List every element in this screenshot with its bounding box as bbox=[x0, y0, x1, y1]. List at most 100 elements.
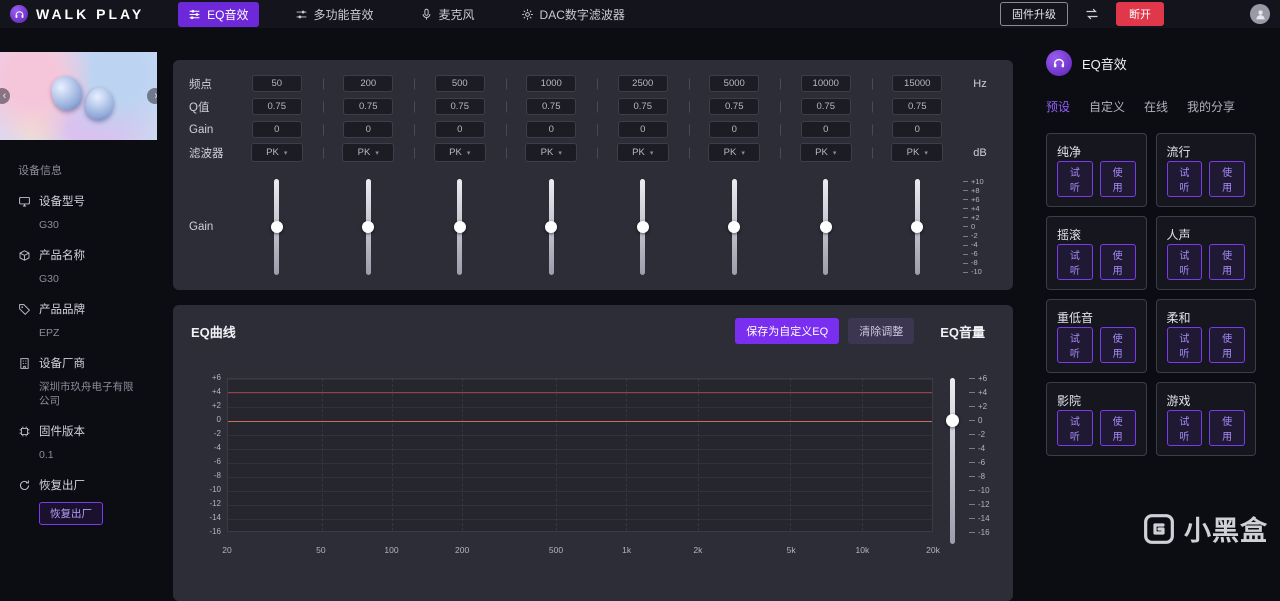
slider-thumb[interactable] bbox=[545, 221, 558, 233]
nav-tab-label: DAC数字滤波器 bbox=[539, 7, 625, 22]
slider-thumb[interactable] bbox=[728, 221, 741, 233]
factory-reset-label: 恢复出厂 bbox=[39, 480, 85, 492]
gain-input[interactable] bbox=[251, 121, 302, 138]
filter-type-select[interactable]: PK ▾ bbox=[799, 143, 852, 162]
filter-type-select[interactable]: PK ▾ bbox=[708, 143, 761, 162]
band-gain-slider[interactable] bbox=[270, 179, 283, 275]
eq-volume-label: EQ音量 bbox=[940, 324, 985, 340]
preset-use-button[interactable]: 使用 bbox=[1099, 327, 1136, 363]
preset-audition-button[interactable]: 试听 bbox=[1166, 410, 1203, 446]
band-gain-slider[interactable] bbox=[819, 179, 832, 275]
slider-thumb[interactable] bbox=[819, 221, 832, 233]
preset-card: 影院 试听 使用 bbox=[1046, 382, 1147, 456]
filter-type-value: PK bbox=[906, 147, 920, 158]
filter-type-select[interactable]: PK ▾ bbox=[616, 143, 669, 162]
gain-input[interactable] bbox=[526, 121, 577, 138]
preset-use-button[interactable]: 使用 bbox=[1099, 410, 1136, 446]
factory-reset-button[interactable]: 恢复出厂 bbox=[39, 502, 103, 525]
freq-input[interactable] bbox=[709, 75, 760, 92]
tab-online[interactable]: 在线 bbox=[1144, 98, 1168, 119]
preset-use-button[interactable]: 使用 bbox=[1209, 161, 1245, 197]
freq-input[interactable] bbox=[800, 75, 851, 92]
band-gain-slider[interactable] bbox=[636, 179, 649, 275]
q-input[interactable] bbox=[892, 98, 943, 115]
nav-tab-dac-filter[interactable]: DAC数字滤波器 bbox=[511, 2, 635, 27]
nav-tab-label: 麦克风 bbox=[438, 7, 475, 22]
gain-input[interactable] bbox=[892, 121, 943, 138]
band-gain-slider[interactable] bbox=[362, 179, 375, 275]
preset-grid: 纯净 试听 使用 流行 试听 使用 摇滚 试听 使用 人声 试听 使用 重低音 … bbox=[1046, 133, 1256, 456]
nav-tab-microphone[interactable]: 麦克风 bbox=[410, 2, 485, 27]
chevron-down-icon: ▾ bbox=[466, 149, 471, 157]
filter-type-select[interactable]: PK ▾ bbox=[250, 143, 303, 162]
band-gain-slider[interactable] bbox=[728, 179, 741, 275]
tab-presets[interactable]: 预设 bbox=[1046, 98, 1070, 119]
chip-icon bbox=[18, 425, 31, 438]
q-input[interactable] bbox=[709, 98, 760, 115]
preset-card: 纯净 试听 使用 bbox=[1046, 133, 1147, 207]
q-input[interactable] bbox=[343, 98, 394, 115]
earbud-left bbox=[48, 73, 86, 113]
tab-custom[interactable]: 自定义 bbox=[1089, 98, 1125, 119]
nav-tab-multi-effects[interactable]: 多功能音效 bbox=[285, 2, 384, 27]
filter-type-select[interactable]: PK ▾ bbox=[342, 143, 395, 162]
filter-type-select[interactable]: PK ▾ bbox=[525, 143, 578, 162]
chevron-down-icon: ▾ bbox=[832, 149, 837, 157]
carousel-prev-button[interactable]: ‹ bbox=[0, 88, 10, 104]
preset-use-button[interactable]: 使用 bbox=[1099, 244, 1136, 280]
preset-audition-button[interactable]: 试听 bbox=[1057, 327, 1093, 363]
freq-input[interactable] bbox=[526, 75, 577, 92]
eq-volume-slider[interactable] bbox=[946, 378, 959, 544]
slider-thumb[interactable] bbox=[946, 414, 959, 427]
gain-input[interactable] bbox=[709, 121, 760, 138]
slider-thumb[interactable] bbox=[636, 221, 649, 233]
connection-swap-icon[interactable] bbox=[1084, 6, 1100, 22]
slider-thumb[interactable] bbox=[453, 221, 466, 233]
slider-thumb[interactable] bbox=[911, 221, 924, 233]
preset-use-button[interactable]: 使用 bbox=[1209, 327, 1245, 363]
preset-audition-button[interactable]: 试听 bbox=[1057, 244, 1093, 280]
slider-thumb[interactable] bbox=[270, 221, 283, 233]
freq-input[interactable] bbox=[434, 75, 485, 92]
tab-my-shares[interactable]: 我的分享 bbox=[1187, 98, 1235, 119]
earbud-right bbox=[82, 85, 118, 123]
preset-audition-button[interactable]: 试听 bbox=[1166, 327, 1203, 363]
q-input[interactable] bbox=[526, 98, 577, 115]
band-gain-slider[interactable] bbox=[911, 179, 924, 275]
avatar[interactable] bbox=[1250, 4, 1270, 24]
gain-input[interactable] bbox=[800, 121, 851, 138]
gain-input[interactable] bbox=[434, 121, 485, 138]
clear-adjust-button[interactable]: 清除调整 bbox=[848, 318, 915, 344]
firmware-version-value: 0.1 bbox=[39, 449, 54, 461]
disconnect-button[interactable]: 断开 bbox=[1116, 2, 1164, 26]
firmware-upgrade-button[interactable]: 固件升级 bbox=[1000, 2, 1068, 26]
q-input[interactable] bbox=[617, 98, 668, 115]
preset-card: 重低音 试听 使用 bbox=[1046, 299, 1147, 373]
gain-input[interactable] bbox=[343, 121, 394, 138]
preset-audition-button[interactable]: 试听 bbox=[1166, 161, 1203, 197]
preset-use-button[interactable]: 使用 bbox=[1209, 410, 1245, 446]
nav-tab-eq[interactable]: EQ音效 bbox=[178, 1, 259, 27]
band-gain-slider[interactable] bbox=[545, 179, 558, 275]
filter-type-select[interactable]: PK ▾ bbox=[891, 143, 944, 162]
preset-use-button[interactable]: 使用 bbox=[1209, 244, 1245, 280]
q-input[interactable] bbox=[800, 98, 851, 115]
freq-input[interactable] bbox=[251, 75, 302, 92]
preset-name: 重低音 bbox=[1057, 311, 1094, 325]
q-input[interactable] bbox=[434, 98, 485, 115]
preset-audition-button[interactable]: 试听 bbox=[1057, 410, 1093, 446]
band-gain-slider[interactable] bbox=[453, 179, 466, 275]
eq-curve-plot[interactable] bbox=[227, 378, 933, 532]
preset-audition-button[interactable]: 试听 bbox=[1057, 161, 1093, 197]
freq-input[interactable] bbox=[343, 75, 394, 92]
freq-input[interactable] bbox=[617, 75, 668, 92]
slider-thumb[interactable] bbox=[362, 221, 375, 233]
preset-audition-button[interactable]: 试听 bbox=[1166, 244, 1203, 280]
carousel-next-button[interactable]: › bbox=[147, 88, 157, 104]
gain-input[interactable] bbox=[617, 121, 668, 138]
filter-type-select[interactable]: PK ▾ bbox=[433, 143, 486, 162]
q-input[interactable] bbox=[251, 98, 302, 115]
freq-input[interactable] bbox=[892, 75, 943, 92]
save-custom-eq-button[interactable]: 保存为自定义EQ bbox=[735, 318, 840, 344]
preset-use-button[interactable]: 使用 bbox=[1099, 161, 1136, 197]
